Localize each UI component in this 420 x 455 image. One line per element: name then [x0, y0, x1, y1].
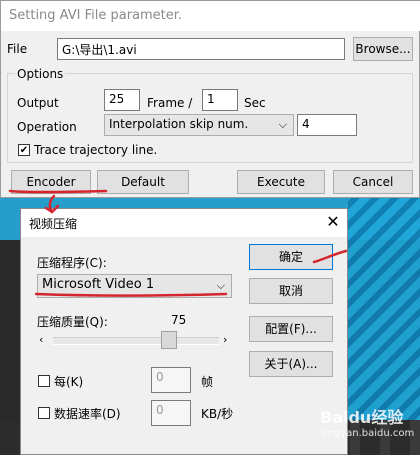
video-compression-dialog: 视频压缩 ✕ 压缩程序(C): Microsoft Video 1 ⌵ 压缩质量…: [20, 208, 348, 455]
ok-button[interactable]: 确定: [249, 244, 333, 270]
file-label: File: [7, 42, 28, 56]
cancel-button[interactable]: Cancel: [333, 170, 413, 194]
compressor-label: 压缩程序(C):: [37, 256, 107, 270]
quality-slider-track[interactable]: [53, 337, 219, 345]
file-path-input[interactable]: G:\导出\1.avi: [57, 38, 345, 60]
every-unit-label: 帧: [201, 375, 214, 389]
seconds-input[interactable]: 1: [202, 89, 238, 111]
every-checkbox[interactable]: [38, 375, 50, 387]
every-input[interactable]: 0: [151, 367, 191, 393]
avi-settings-dialog: Setting AVI File parameter. File G:\导出\1…: [0, 0, 420, 198]
datarate-checkbox[interactable]: [38, 407, 50, 419]
output-label: Output: [17, 96, 59, 110]
datarate-input[interactable]: 0: [151, 400, 191, 426]
datarate-label: 数据速率(D): [54, 407, 121, 421]
default-button[interactable]: Default: [97, 170, 189, 194]
compression-title: 视频压缩: [29, 217, 78, 231]
quality-slider-thumb[interactable]: [161, 331, 177, 349]
encoder-button[interactable]: Encoder: [11, 170, 91, 194]
operation-select[interactable]: Interpolation skip num. ⌵: [104, 114, 294, 136]
checkmark-icon: ✔: [19, 145, 29, 156]
quality-value: 75: [171, 313, 187, 327]
datarate-unit-label: KB/秒: [201, 407, 234, 421]
compressor-select-value: Microsoft Video 1: [42, 277, 155, 292]
chevron-down-icon: ⌵: [278, 118, 287, 131]
slider-left-arrow-icon[interactable]: ‹: [39, 333, 43, 346]
watermark-text: Baidu经验: [320, 408, 404, 427]
trace-label: Trace trajectory line.: [34, 143, 158, 157]
quality-label: 压缩质量(Q):: [37, 315, 108, 329]
close-icon[interactable]: ✕: [323, 212, 343, 232]
about-button[interactable]: 关于(A)...: [249, 351, 333, 377]
sec-label: Sec: [244, 96, 266, 110]
trace-checkbox[interactable]: ✔: [18, 144, 30, 156]
compressor-select[interactable]: Microsoft Video 1 ⌵: [37, 274, 232, 298]
compress-cancel-button[interactable]: 取消: [249, 278, 333, 304]
watermark-url: jingyan.baidu.com: [322, 428, 415, 439]
avi-dialog-title: Setting AVI File parameter.: [9, 8, 183, 23]
every-label: 每(K): [54, 375, 84, 389]
compression-titlebar: 视频压缩 ✕: [21, 209, 347, 237]
configure-button[interactable]: 配置(F)...: [249, 316, 333, 342]
browse-button[interactable]: Browse...: [353, 37, 413, 61]
operation-number-input[interactable]: 4: [297, 114, 357, 136]
execute-button[interactable]: Execute: [237, 170, 325, 194]
options-label: Options: [15, 67, 66, 81]
avi-dialog-titlebar: Setting AVI File parameter.: [1, 1, 420, 31]
output-frames-input[interactable]: 25: [104, 89, 140, 111]
slider-right-arrow-icon[interactable]: ›: [223, 333, 227, 346]
frame-label: Frame /: [147, 96, 193, 110]
operation-label: Operation: [17, 120, 77, 134]
chevron-down-icon: ⌵: [216, 279, 225, 292]
operation-select-value: Interpolation skip num.: [109, 117, 249, 131]
